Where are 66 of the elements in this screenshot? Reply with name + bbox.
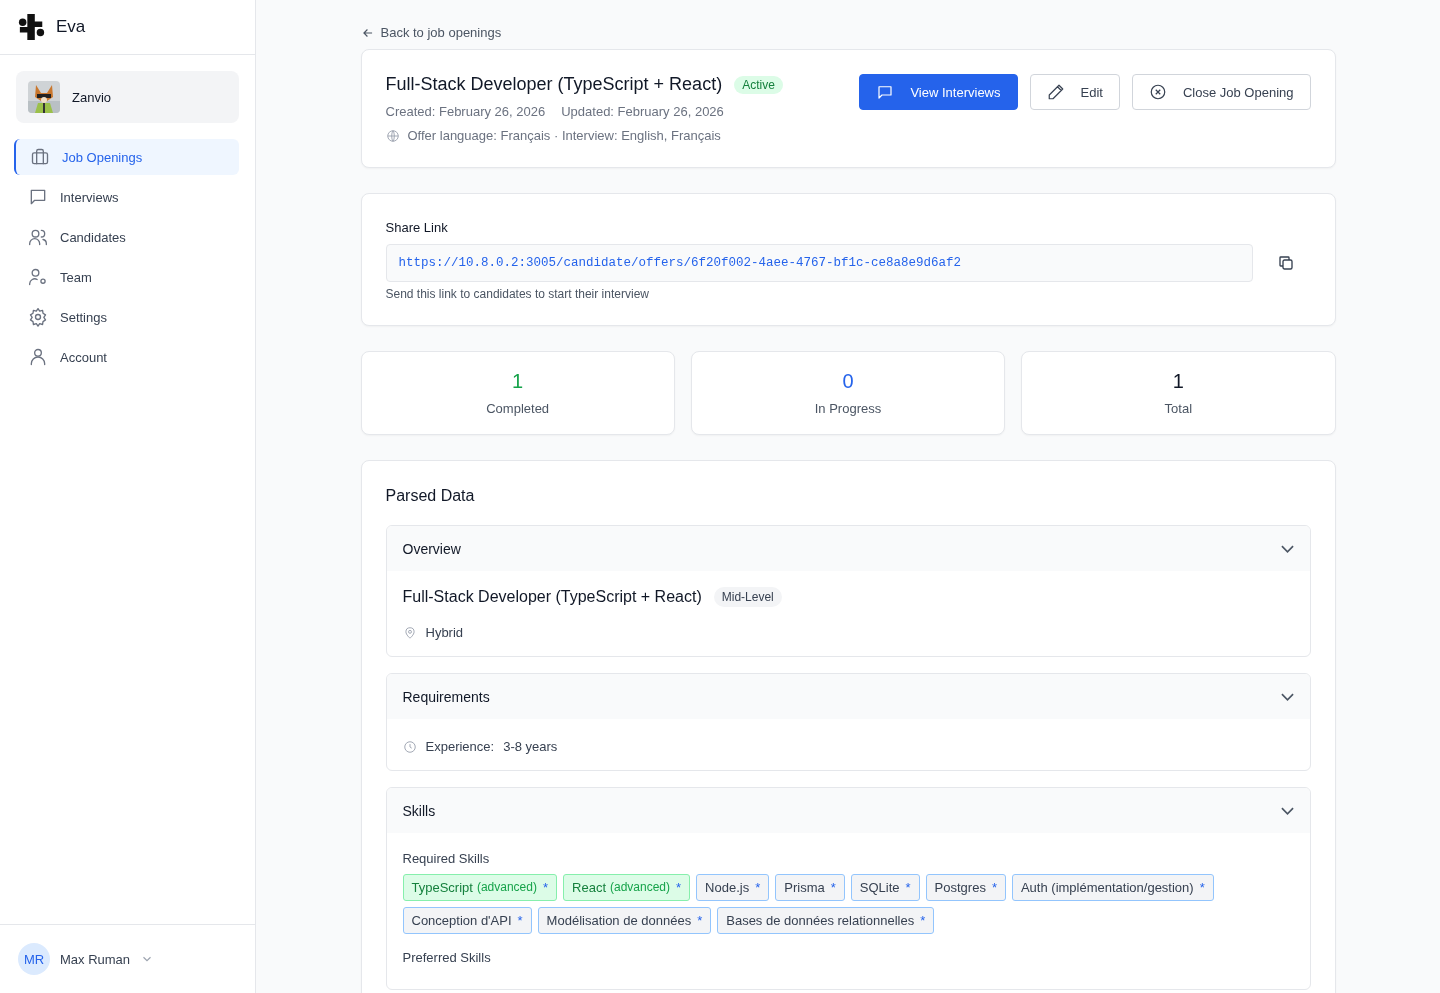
edit-button[interactable]: Edit (1029, 74, 1120, 110)
nav-item[interactable]: Job Openings (14, 139, 239, 175)
gear-icon (28, 307, 48, 327)
nav-item[interactable]: Team (16, 259, 239, 295)
skill-tag: Conception d'API * (402, 907, 532, 934)
skill-tag: Bases de données relationnelles * (717, 907, 935, 934)
stat-label: Completed (486, 401, 550, 416)
chevron-down-icon (1280, 544, 1294, 553)
briefcase-icon (30, 147, 50, 167)
brand-name: Eva (56, 17, 86, 37)
pencil-icon (1046, 83, 1065, 101)
chevron-down-icon (1280, 806, 1294, 815)
clock-icon (402, 739, 417, 754)
workspace-switcher[interactable]: Zanvio (16, 71, 239, 123)
skill-group-label: Preferred Skills (402, 950, 492, 965)
seniority-badge: Mid-Level (713, 587, 782, 607)
copy-icon[interactable] (1276, 254, 1295, 272)
stat-value: 1 (1172, 370, 1184, 393)
stat-label: In Progress (814, 401, 882, 416)
skill-tag: TypeScript (advanced) * (402, 874, 558, 901)
accordion-header[interactable]: Overview (386, 526, 1310, 571)
team-icon (28, 267, 48, 287)
nav-item[interactable]: Interviews (16, 179, 239, 215)
skill-tag: Prisma * (775, 874, 845, 901)
globe-icon (385, 128, 400, 143)
updated-date: Updated: February 26, 2026 (561, 104, 724, 119)
share-link-label: Share Link (385, 220, 449, 235)
user-avatar: MR (18, 943, 50, 975)
role-title: Full-Stack Developer (TypeScript + React) (402, 588, 702, 606)
users-icon (28, 227, 48, 247)
view-interviews-button[interactable]: View Interviews (859, 74, 1018, 110)
nav-item[interactable]: Account (16, 339, 239, 375)
status-badge: Active (734, 75, 783, 94)
experience-label: Experience: (425, 739, 495, 754)
skill-tag: Modélisation de données * (537, 907, 712, 934)
logo-icon (18, 11, 46, 43)
user-icon (28, 347, 48, 367)
close-icon (1148, 83, 1167, 101)
section-title: Parsed Data (385, 487, 476, 505)
chat-icon (28, 187, 48, 207)
chat-icon (876, 83, 895, 101)
stat-label: Total (1164, 401, 1193, 416)
location-pin-icon (402, 625, 417, 640)
created-date: Created: February 26, 2026 (385, 104, 546, 119)
accordion-header[interactable]: Skills (386, 788, 1310, 833)
accordion-header[interactable]: Requirements (386, 674, 1310, 719)
language-info: Offer language: Français · Interview: English, Français (407, 128, 721, 143)
work-mode: Hybrid (425, 625, 464, 640)
skill-tag: SQLite * (850, 874, 920, 901)
nav-item[interactable]: Settings (16, 299, 239, 335)
job-title: Full-Stack Developer (TypeScript + React) (385, 74, 723, 95)
close-job-button[interactable]: Close Job Opening (1131, 74, 1311, 110)
share-link-hint: Send this link to candidates to start their interview (385, 287, 650, 301)
skill-tag: Node.js * (696, 874, 770, 901)
experience-value: 3-8 years (503, 739, 558, 754)
chevron-down-icon (1280, 692, 1294, 701)
back-link[interactable]: Back to job openings (360, 25, 502, 40)
share-link-field[interactable]: https://10.8.0.2:3005/candidate/offers/6f20f002-4aee-4767-bf1c-ce8a8e9d6af2 (385, 244, 1253, 282)
stat-value: 0 (842, 370, 854, 393)
skill-tag: Postgres * (925, 874, 1006, 901)
stat-value: 1 (512, 370, 524, 393)
nav-item[interactable]: Candidates (16, 219, 239, 255)
skill-tag: React (advanced) * (563, 874, 691, 901)
skill-tag: Auth (implémentation/gestion) * (1011, 874, 1214, 901)
skill-group-label: Required Skills (402, 851, 491, 866)
user-menu[interactable]: MR Max Ruman (0, 924, 255, 993)
